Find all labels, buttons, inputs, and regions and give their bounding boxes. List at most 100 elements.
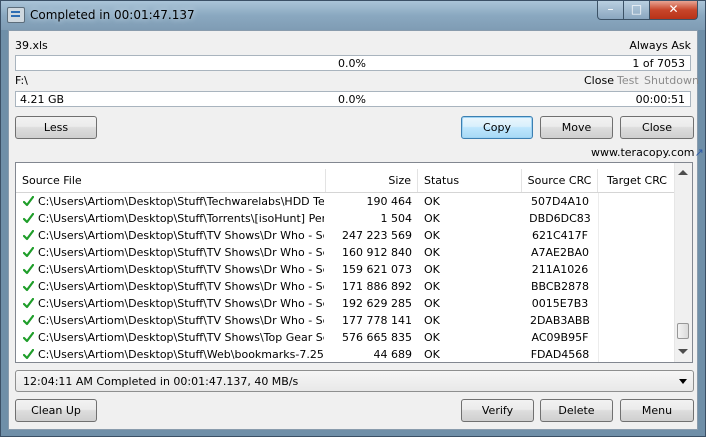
after-test-option[interactable]: Test bbox=[617, 74, 639, 87]
history-dropdown[interactable]: 12:04:11 AM Completed in 00:01:47.137, 4… bbox=[15, 370, 694, 392]
row-source-crc: A7AE2BA0 bbox=[530, 246, 590, 259]
column-status[interactable]: Status bbox=[418, 169, 522, 192]
row-size: 171 886 892 bbox=[342, 280, 412, 293]
menu-button[interactable]: Menu bbox=[620, 399, 694, 422]
copy-button[interactable]: Copy bbox=[461, 116, 533, 139]
column-divider bbox=[598, 346, 599, 362]
row-source-file: C:\Users\Artiom\Desktop\Stuff\Techwarela… bbox=[38, 195, 324, 208]
scroll-down-icon[interactable] bbox=[678, 349, 688, 354]
clean-up-button[interactable]: Clean Up bbox=[15, 399, 97, 422]
column-divider bbox=[598, 210, 599, 227]
row-target-crc bbox=[598, 329, 676, 346]
green-checkmark-icon bbox=[23, 315, 34, 326]
green-checkmark-icon bbox=[23, 230, 34, 241]
minimize-icon: – bbox=[607, 2, 614, 16]
teracopy-link[interactable]: www.teracopy.com↗ bbox=[591, 146, 704, 159]
row-source-file: C:\Users\Artiom\Desktop\Stuff\Torrents\[… bbox=[38, 212, 324, 225]
file-list-header: Source File Size Status Source CRC Targe… bbox=[16, 169, 676, 193]
row-size: 576 665 835 bbox=[342, 331, 412, 344]
row-source-crc: 507D4A10 bbox=[531, 195, 589, 208]
row-target-crc bbox=[598, 193, 676, 210]
row-source-file: C:\Users\Artiom\Desktop\Stuff\TV Shows\T… bbox=[38, 331, 324, 344]
green-checkmark-icon bbox=[23, 196, 34, 207]
table-row[interactable]: C:\Users\Artiom\Desktop\Stuff\TV Shows\T… bbox=[16, 329, 676, 346]
table-row[interactable]: C:\Users\Artiom\Desktop\Stuff\TV Shows\D… bbox=[16, 312, 676, 329]
column-divider bbox=[598, 329, 599, 346]
row-status: OK bbox=[424, 263, 440, 276]
after-close-option[interactable]: Close bbox=[584, 74, 614, 87]
elapsed-time: 00:00:51 bbox=[635, 93, 685, 106]
row-source-crc: 2DAB3ABB bbox=[530, 314, 590, 327]
table-row[interactable]: C:\Users\Artiom\Desktop\Stuff\Web\bookma… bbox=[16, 346, 676, 362]
row-size: 160 912 840 bbox=[342, 246, 412, 259]
column-divider bbox=[598, 278, 599, 295]
close-button[interactable]: Close bbox=[620, 116, 694, 139]
total-progress-bar: 4.21 GB 0.0% 00:00:51 bbox=[15, 91, 691, 107]
file-progress-bar: 0.0% 1 of 7053 bbox=[15, 55, 691, 71]
row-size: 1 504 bbox=[380, 212, 413, 225]
row-status: OK bbox=[424, 212, 440, 225]
row-target-crc bbox=[598, 312, 676, 329]
table-row[interactable]: C:\Users\Artiom\Desktop\Stuff\TV Shows\D… bbox=[16, 244, 676, 261]
table-row[interactable]: C:\Users\Artiom\Desktop\Stuff\Torrents\[… bbox=[16, 210, 676, 227]
after-shutdown-option[interactable]: Shutdown bbox=[644, 74, 699, 87]
close-window-button[interactable]: ✕ bbox=[649, 1, 698, 20]
maximize-icon: □ bbox=[630, 2, 643, 16]
scroll-up-icon[interactable] bbox=[678, 170, 688, 175]
delete-button[interactable]: Delete bbox=[540, 399, 613, 422]
overwrite-mode-link[interactable]: Always Ask bbox=[629, 39, 691, 52]
target-folder: F:\ bbox=[15, 74, 28, 87]
title-bar[interactable]: Completed in 00:01:47.137 – □ ✕ bbox=[1, 1, 705, 30]
row-status: OK bbox=[424, 314, 440, 327]
file-list[interactable]: Source File Size Status Source CRC Targe… bbox=[15, 162, 693, 363]
chevron-down-icon[interactable] bbox=[679, 379, 687, 384]
window-title: Completed in 00:01:47.137 bbox=[30, 8, 195, 22]
maximize-button[interactable]: □ bbox=[623, 1, 650, 20]
row-target-crc bbox=[598, 346, 676, 362]
history-selected: 12:04:11 AM Completed in 00:01:47.137, 4… bbox=[23, 375, 299, 388]
row-source-crc: 211A1026 bbox=[531, 263, 589, 276]
column-divider bbox=[598, 244, 599, 261]
green-checkmark-icon bbox=[23, 264, 34, 275]
column-divider bbox=[598, 193, 599, 210]
row-status: OK bbox=[424, 331, 440, 344]
row-source-crc: FDAD4568 bbox=[530, 348, 590, 361]
table-row[interactable]: C:\Users\Artiom\Desktop\Stuff\TV Shows\D… bbox=[16, 261, 676, 278]
table-row[interactable]: C:\Users\Artiom\Desktop\Stuff\Techwarela… bbox=[16, 193, 676, 210]
column-target-crc[interactable]: Target CRC bbox=[598, 169, 676, 192]
table-row[interactable]: C:\Users\Artiom\Desktop\Stuff\TV Shows\D… bbox=[16, 278, 676, 295]
row-source-crc: AC09B95F bbox=[531, 331, 589, 344]
row-source-file: C:\Users\Artiom\Desktop\Stuff\TV Shows\D… bbox=[38, 246, 324, 259]
teracopy-link-text[interactable]: www.teracopy.com bbox=[591, 146, 695, 159]
minimize-button[interactable]: – bbox=[597, 1, 624, 20]
table-row[interactable]: C:\Users\Artiom\Desktop\Stuff\TV Shows\D… bbox=[16, 295, 676, 312]
main-panel: 39.xls Always Ask 0.0% 1 of 7053 F:\ Clo… bbox=[8, 30, 704, 430]
table-row[interactable]: C:\Users\Artiom\Desktop\Stuff\TV Shows\D… bbox=[16, 227, 676, 244]
row-target-crc bbox=[598, 210, 676, 227]
scroll-thumb[interactable] bbox=[677, 323, 689, 339]
vertical-scrollbar[interactable] bbox=[674, 163, 692, 362]
row-status: OK bbox=[424, 348, 440, 361]
row-size: 247 223 569 bbox=[342, 229, 412, 242]
green-checkmark-icon bbox=[23, 247, 34, 258]
column-size[interactable]: Size bbox=[326, 169, 418, 192]
row-status: OK bbox=[424, 297, 440, 310]
green-checkmark-icon bbox=[23, 349, 34, 360]
close-icon: ✕ bbox=[668, 2, 679, 16]
row-source-file: C:\Users\Artiom\Desktop\Stuff\TV Shows\D… bbox=[38, 263, 324, 276]
row-size: 192 629 285 bbox=[342, 297, 412, 310]
less-button[interactable]: Less bbox=[15, 116, 97, 139]
row-size: 44 689 bbox=[373, 348, 413, 361]
column-source-crc[interactable]: Source CRC bbox=[522, 169, 598, 192]
current-file-name: 39.xls bbox=[15, 39, 48, 52]
row-target-crc bbox=[598, 278, 676, 295]
row-source-file: C:\Users\Artiom\Desktop\Stuff\TV Shows\D… bbox=[38, 280, 324, 293]
teracopy-app-icon[interactable] bbox=[7, 7, 25, 23]
row-source-crc: 621C417F bbox=[532, 229, 588, 242]
verify-button[interactable]: Verify bbox=[461, 399, 534, 422]
green-checkmark-icon bbox=[23, 298, 34, 309]
row-source-crc: BBCB2878 bbox=[530, 280, 590, 293]
row-source-file: C:\Users\Artiom\Desktop\Stuff\TV Shows\D… bbox=[38, 229, 324, 242]
column-source-file[interactable]: Source File bbox=[16, 169, 326, 192]
move-button[interactable]: Move bbox=[540, 116, 613, 139]
